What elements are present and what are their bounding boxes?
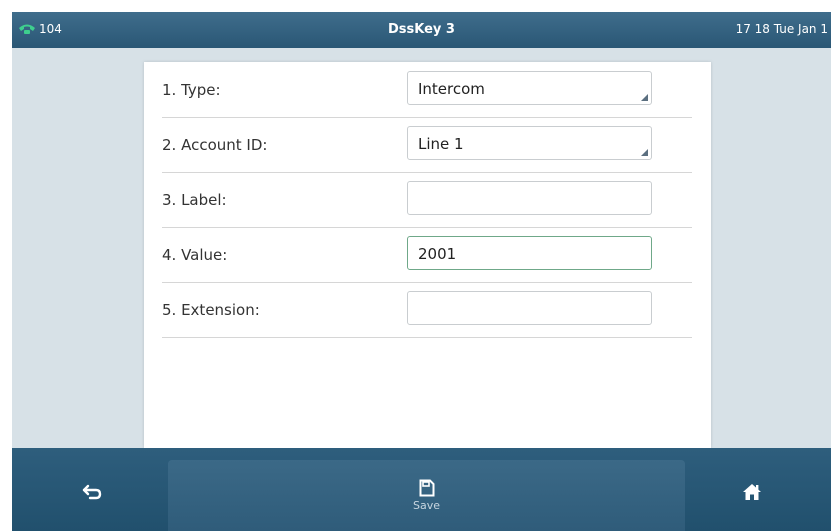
form-row-type: 1. Type: Intercom bbox=[162, 62, 692, 118]
dropdown-corner-icon bbox=[641, 94, 648, 101]
home-button[interactable] bbox=[712, 468, 792, 516]
status-bar: 104 DssKey 3 17 18 Tue Jan 1 bbox=[12, 12, 831, 48]
content-area: 1. Type: Intercom 2. Account ID: Line 1 … bbox=[12, 48, 831, 448]
account-id-label: 2. Account ID: bbox=[162, 136, 268, 154]
label-label: 3. Label: bbox=[162, 191, 227, 209]
save-icon bbox=[419, 479, 434, 497]
form-row-extension: 5. Extension: bbox=[162, 282, 692, 338]
form-row-account-id: 2. Account ID: Line 1 bbox=[162, 117, 692, 173]
softkey-bar: Save bbox=[12, 448, 831, 531]
extension-label: 5. Extension: bbox=[162, 301, 260, 319]
save-button[interactable]: Save bbox=[168, 460, 685, 531]
dropdown-corner-icon bbox=[641, 149, 648, 156]
form-row-value: 4. Value: 2001 bbox=[162, 227, 692, 283]
form-row-label: 3. Label: bbox=[162, 172, 692, 228]
extension-input[interactable] bbox=[407, 291, 652, 325]
save-label: Save bbox=[412, 499, 440, 512]
back-arrow-icon bbox=[82, 484, 102, 500]
page-title: DssKey 3 bbox=[388, 22, 455, 37]
phone-screen: 104 DssKey 3 17 18 Tue Jan 1 1. Type: In… bbox=[12, 12, 831, 531]
home-icon bbox=[743, 484, 761, 500]
value-input[interactable]: 2001 bbox=[407, 236, 652, 270]
back-button[interactable] bbox=[52, 468, 132, 516]
datetime: 17 18 Tue Jan 1 bbox=[735, 22, 828, 36]
account-id-value: Line 1 bbox=[418, 135, 464, 153]
value-value: 2001 bbox=[418, 245, 457, 263]
account-id-dropdown[interactable]: Line 1 bbox=[407, 126, 652, 160]
type-value: Intercom bbox=[418, 80, 485, 98]
form-panel: 1. Type: Intercom 2. Account ID: Line 1 … bbox=[144, 62, 711, 448]
value-label: 4. Value: bbox=[162, 246, 228, 264]
label-input[interactable] bbox=[407, 181, 652, 215]
type-label: 1. Type: bbox=[162, 81, 221, 99]
type-dropdown[interactable]: Intercom bbox=[407, 71, 652, 105]
